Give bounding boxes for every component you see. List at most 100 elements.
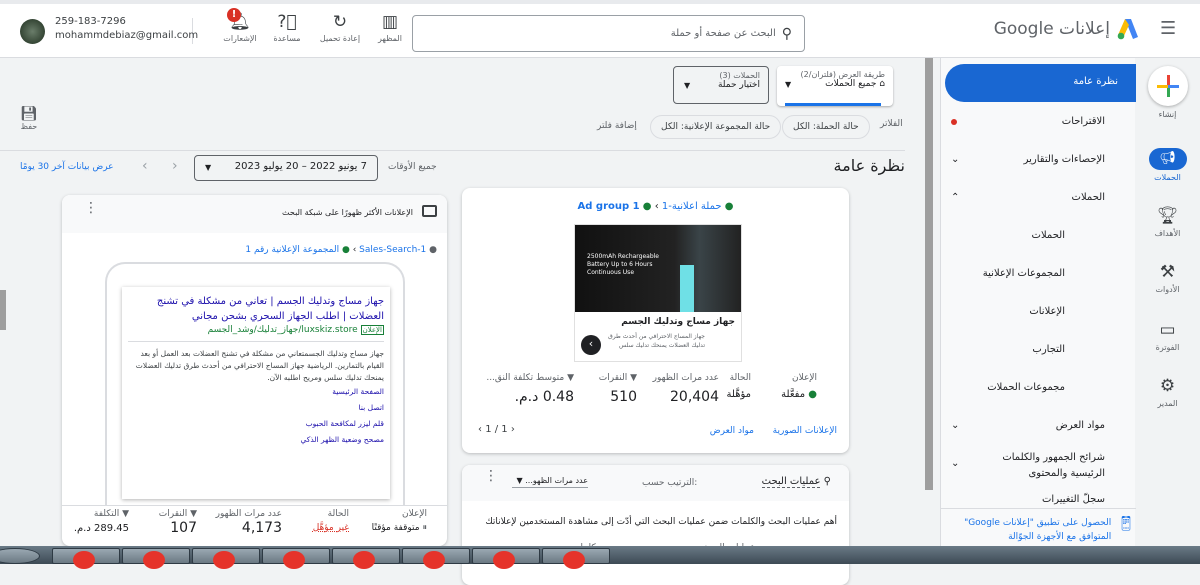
stat-clicks[interactable]: ▼ النقرات 107	[159, 509, 197, 536]
scrollbar[interactable]	[925, 58, 933, 490]
sort-dropdown[interactable]: عدد مرات الظهو... ▼	[512, 476, 588, 488]
nav-item-campaign-groups[interactable]: مجموعات الحملات	[951, 382, 1065, 393]
nav-item-experiments[interactable]: التجارب	[951, 344, 1065, 355]
side-rail: إنشاء 📢︎ الحملات 🏆︎ الأهداف ⚒ الأدوات ▭ الفو…	[1135, 58, 1200, 546]
assets-link[interactable]: مواد العرض	[710, 426, 754, 436]
taskbar-app[interactable]	[542, 548, 610, 569]
date-range-picker[interactable]: 7 يونيو 2022 – 20 يوليو 2023 ▼	[194, 155, 378, 181]
nav-item-ad-groups[interactable]: المجموعات الإعلانية	[951, 268, 1065, 279]
google-ads-logo	[1116, 17, 1140, 41]
nav-item-campaigns[interactable]: الحملات	[951, 230, 1065, 241]
breadcrumb-ad-group[interactable]: Ad group 1	[578, 201, 640, 212]
start-button[interactable]	[0, 548, 40, 564]
nav-item-ads[interactable]: الإعلانات	[951, 306, 1065, 317]
image-ads-link[interactable]: الإعلانات الصورية	[773, 426, 837, 436]
last-30-days-link[interactable]: عرض بيانات آخر 30 يومًا	[20, 162, 114, 172]
breadcrumb: ● Sales-Search-1 › ● المجموعة الإعلانية …	[245, 245, 437, 255]
rail-tools[interactable]: ⚒ الأدوات	[1135, 262, 1200, 294]
nav-item-change-history[interactable]: سجلّ التغييرات	[951, 494, 1105, 505]
taskbar-app[interactable]	[332, 548, 400, 569]
dropdown-arrow-icon: ▼	[205, 163, 212, 172]
taskbar-app[interactable]	[122, 548, 190, 569]
sitelink[interactable]: اتصل بنا	[128, 403, 384, 412]
ad-url: luxskiz.store/جهاز_تدليك/وشد_الجسم	[207, 325, 358, 335]
date-range-label: جميع الأوقات	[388, 162, 437, 172]
stat-cost[interactable]: ▼ التكلفة 289.45 د.م.	[74, 509, 129, 536]
nav-item-audiences[interactable]: شرائح الجمهور والكلمات الرئيسية والمحتوى…	[951, 450, 1105, 482]
stat-header: ▼ النقرات	[158, 509, 197, 519]
nav-item-overview[interactable]: نظرة عامة	[945, 64, 1136, 102]
stat-header: الحالة	[729, 373, 751, 383]
carousel-next-icon[interactable]: ‹	[581, 335, 601, 355]
breadcrumb-campaign[interactable]: حملة اعلانية-1	[662, 201, 722, 212]
ad-status: متوقفة مؤقتًا	[371, 523, 420, 533]
add-filter-button[interactable]: إضافة فلتر	[597, 121, 637, 131]
sitelink[interactable]: قلم ليزر لمكافحة الحبوب	[128, 419, 384, 428]
view-selector[interactable]: طريقة العرض (فلتران/2) ⌂ جميع الحملات ▼	[777, 66, 893, 106]
nav-item-assets[interactable]: مواد العرض ⌄	[951, 420, 1105, 431]
save-icon: 💾︎	[20, 106, 38, 122]
more-options-icon[interactable]: ⋮	[84, 201, 98, 215]
breadcrumb-campaign[interactable]: Sales-Search-1	[359, 245, 426, 255]
ad-headline[interactable]: جهاز مساج وتدليك الجسم | تعاني من مشكلة …	[128, 294, 384, 324]
taskbar-app[interactable]	[192, 548, 260, 569]
search-ad-preview: جهاز مساج وتدليك الجسم | تعاني من مشكلة …	[122, 287, 390, 499]
rail-billing[interactable]: ▭ الفوترة	[1135, 320, 1200, 352]
search-icon: ⚲	[823, 476, 831, 487]
stat-cpc[interactable]: ▼ متوسط تكلفة النق... 0.48 د.م.	[486, 373, 574, 405]
nav-item-recommendations[interactable]: الاقتراحات	[951, 116, 1105, 127]
search-terms-title: ⚲ عمليات البحث	[761, 476, 831, 488]
notifications-button[interactable]: 🔔︎ الإشعارات !	[218, 8, 262, 43]
nav-item-insights[interactable]: الإحصاءات والتقارير ⌄	[951, 154, 1105, 165]
page-title: نظرة عامة	[833, 156, 905, 175]
search-terms-card: ⚲ عمليات البحث الترتيب حسب: عدد مرات الظ…	[462, 465, 849, 585]
sitelink[interactable]: مصحح وضعية الظهر الذكي	[128, 435, 385, 444]
nav-panel: نظرة عامة الاقتراحات الإحصاءات والتقارير…	[940, 58, 1136, 546]
rail-admin[interactable]: ⚙ المدير	[1135, 376, 1200, 408]
stat-header: الإعلان	[402, 509, 427, 519]
taskbar-app[interactable]	[472, 548, 540, 569]
more-options-icon[interactable]: ⋮	[484, 469, 498, 483]
filter-chip-campaign-status[interactable]: حالة الحملة: الكل	[782, 115, 870, 139]
mobile-app-link[interactable]: 📱︎ الحصول على تطبيق "إعلانات Google" الم…	[955, 516, 1135, 544]
hamburger-icon[interactable]: ☰	[1160, 18, 1176, 39]
rail-campaigns[interactable]: 📢︎ الحملات	[1135, 148, 1200, 182]
campaign-selector[interactable]: الحملات (3) اختيار حملة ▼	[673, 66, 769, 104]
appearance-button[interactable]: ▥ المظهر	[368, 12, 412, 43]
avatar[interactable]	[20, 19, 45, 44]
taskbar-app[interactable]	[52, 548, 120, 569]
pager[interactable]: ‹ 1 / 1 ›	[478, 424, 515, 435]
left-scroll-handle[interactable]	[0, 290, 6, 330]
dropdown-arrow-icon: ▼	[785, 80, 792, 89]
sitelink[interactable]: الصفحة الرئيسية	[128, 387, 384, 396]
breadcrumb-ad-group[interactable]: المجموعة الإعلانية رقم 1	[245, 245, 339, 255]
save-button[interactable]: 💾︎ حفظ	[20, 106, 38, 131]
nav-item-campaigns-group[interactable]: الحملات ⌃	[951, 192, 1105, 203]
credit-card-icon: ▭	[1159, 320, 1176, 340]
rail-create[interactable]: إنشاء	[1135, 66, 1200, 119]
stat-clicks[interactable]: ▼ النقرات 510	[599, 373, 637, 405]
taskbar-app[interactable]	[402, 548, 470, 569]
appearance-label: المظهر	[378, 34, 402, 43]
search-terms-description: أهم عمليات البحث والكلمات ضمن عمليات الب…	[485, 517, 837, 527]
status-value[interactable]: غير مؤهَّل	[313, 521, 349, 536]
account-email[interactable]: mohammdebiaz@gmail.com	[55, 30, 198, 41]
nav-label: سجلّ التغييرات	[1042, 494, 1105, 505]
help-button[interactable]: ?⃝ مساعدة	[265, 12, 309, 43]
nav-label: المجموعات الإعلانية	[982, 268, 1065, 279]
ad-description: جهاز مساج وتدليك الجسمتعاني من مشكلة في …	[135, 349, 384, 382]
divider	[941, 508, 1136, 509]
previous-period-icon[interactable]: ‹	[142, 158, 148, 174]
refresh-button[interactable]: ↻ إعادة تحميل	[318, 12, 362, 43]
os-taskbar	[0, 546, 1200, 569]
next-period-icon[interactable]: ›	[172, 158, 178, 174]
filter-chip-adgroup-status[interactable]: حالة المجموعة الإعلانية: الكل	[650, 115, 782, 139]
stat-status: الحالة مؤهَّلة	[727, 373, 751, 400]
rail-billing-label: الفوترة	[1155, 343, 1180, 352]
rail-goals[interactable]: 🏆︎ الأهداف	[1135, 206, 1200, 238]
appearance-icon: ▥	[381, 12, 399, 32]
search-input[interactable]: ⚲ البحث عن صفحة أو حملة	[412, 15, 805, 52]
cpc-value: 0.48 د.م.	[514, 389, 574, 405]
divider	[62, 505, 447, 506]
taskbar-app[interactable]	[262, 548, 330, 569]
